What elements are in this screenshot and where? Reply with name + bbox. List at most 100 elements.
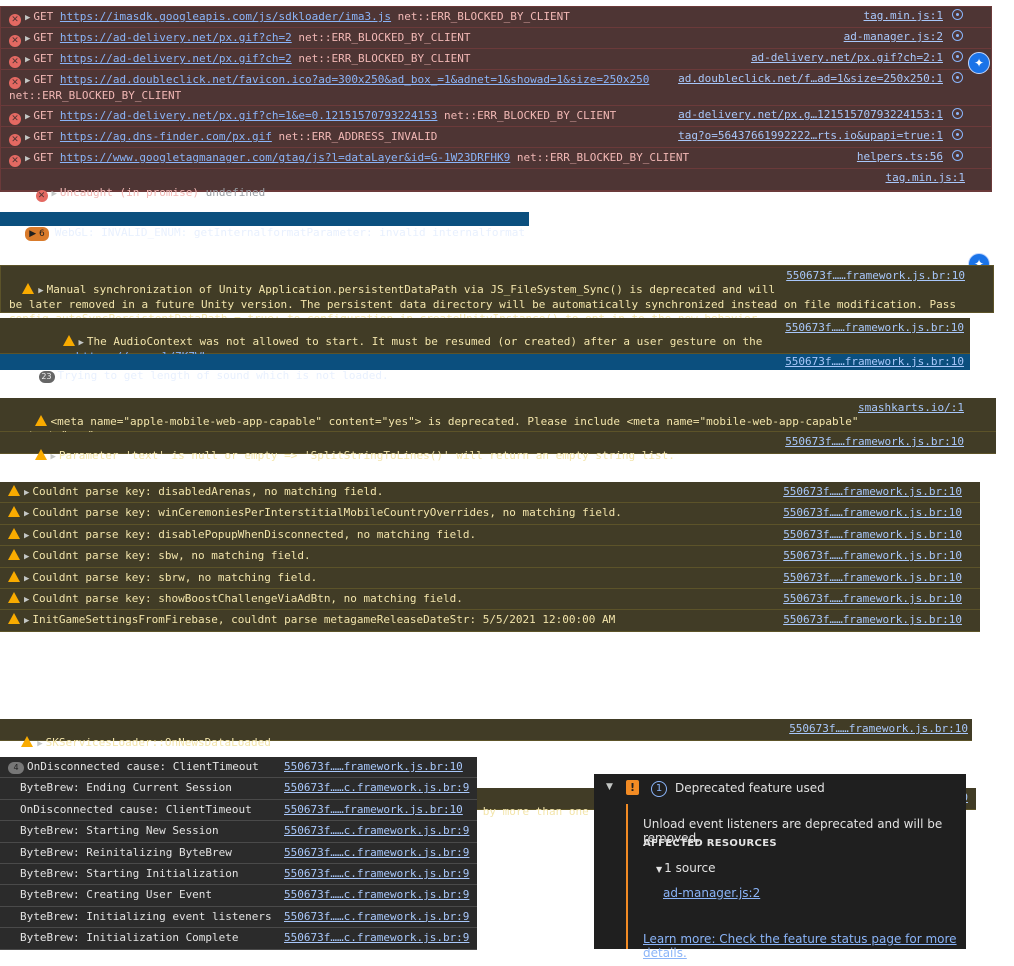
console-log-row[interactable]: ByteBrew: Initialization Complete 550673f… — [0, 928, 477, 950]
expand-arrow-icon[interactable]: ▶ — [25, 55, 30, 65]
expand-arrow-icon[interactable]: ▶ — [52, 189, 57, 199]
source-link[interactable]: 550673f……framework.js.br:10 — [783, 613, 962, 627]
expand-arrow-icon[interactable]: ▶ — [25, 34, 30, 44]
request-url[interactable]: https://ad-delivery.net/px.gif?ch=1&e=0.… — [60, 109, 438, 122]
network-error-row[interactable]: ✕ ▶ GET https://ad-delivery.net/px.gif?ch=… — [1, 49, 991, 70]
param-warning-row[interactable]: ▶ Parameter 'text' is null or empty => 'S… — [0, 432, 996, 462]
parse-warning-row[interactable]: ▶ InitGameSettingsFromFirebase, couldnt p… — [0, 610, 980, 632]
expand-arrow-icon[interactable]: ▶ — [79, 338, 84, 348]
console-log-row[interactable]: ByteBrew: Starting Initialization 550673f… — [0, 863, 477, 886]
expand-arrow-icon[interactable]: ▶ — [37, 739, 42, 749]
network-error-row[interactable]: ✕ ▶ GET https://imasdk.googleapis.com/js/s… — [1, 7, 991, 28]
network-request-icon[interactable] — [952, 51, 963, 62]
network-request-icon[interactable] — [952, 30, 963, 41]
console-log-row[interactable]: ByteBrew: Reinitalizing ByteBrew 550673f…… — [0, 842, 477, 864]
parse-warning-row[interactable]: ▶ Couldnt parse key: showBoostChallengeVi… — [0, 588, 980, 611]
source-link[interactable]: ad-manager.js:2 — [844, 30, 943, 44]
source-link[interactable]: 550673f……c.framework.js.br:9 — [284, 824, 469, 838]
source-link[interactable]: helpers.ts:56 — [857, 150, 943, 164]
collapse-arrow-icon[interactable]: ▼ — [606, 782, 613, 792]
request-url[interactable]: https://ad-delivery.net/px.gif?ch=2 — [60, 31, 292, 44]
webgl-warning-row[interactable]: ▶ 6 WebGL: INVALID_ENUM: getInternalforma… — [0, 212, 529, 241]
source-link[interactable]: ad-delivery.net/px.gif?ch=2:1 — [751, 51, 943, 65]
source-link[interactable]: 550673f……framework.js.br:10 — [783, 506, 962, 520]
network-request-icon[interactable] — [952, 129, 963, 140]
network-error-row[interactable]: ✕ ▶ GET https://ad-delivery.net/px.gif?ch=… — [1, 106, 991, 127]
expand-arrow-icon[interactable]: ▶ — [51, 452, 56, 462]
console-log-row[interactable]: 4 OnDisconnected cause: ClientTimeout 5506… — [0, 757, 477, 779]
network-error-row[interactable]: ✕ ▶ GET https://ag.dns-finder.com/px.gif n… — [1, 127, 991, 148]
source-link[interactable]: 550673f……framework.js.br:10 — [783, 571, 962, 585]
expand-arrow-icon[interactable]: ▶ — [25, 76, 30, 86]
request-url[interactable]: https://www.googletagmanager.com/gtag/js… — [60, 151, 510, 164]
source-link[interactable]: tag.min.js:1 — [886, 171, 965, 185]
console-log-row[interactable]: ByteBrew: Starting New Session 550673f……c… — [0, 821, 477, 843]
source-link[interactable]: 550673f……framework.js.br:10 — [786, 269, 965, 283]
request-url[interactable]: https://imasdk.googleapis.com/js/sdkload… — [60, 10, 391, 23]
console-log-row[interactable]: OnDisconnected cause: ClientTimeout 55067… — [0, 799, 477, 822]
parse-warning-row[interactable]: ▶ Couldnt parse key: disabledArenas, no m… — [0, 482, 980, 504]
sound-info-row[interactable]: 23 Trying to get length of sound which is… — [0, 354, 970, 383]
source-link[interactable]: 550673f……c.framework.js.br:9 — [284, 931, 469, 945]
source-link[interactable]: 550673f……c.framework.js.br:9 — [284, 846, 469, 860]
expand-arrow-icon[interactable]: ▶ — [24, 595, 29, 605]
console-log-row[interactable]: ByteBrew: Ending Current Session 550673f…… — [0, 778, 477, 800]
network-request-icon[interactable] — [952, 108, 963, 119]
source-link[interactable]: 550673f……framework.js.br:10 — [284, 760, 463, 774]
expand-arrow-icon[interactable]: ▶ — [25, 154, 30, 164]
source-link[interactable]: 550673f……c.framework.js.br:9 — [284, 888, 469, 902]
ai-assist-icon[interactable]: ✦ — [968, 52, 990, 74]
console-log-row[interactable]: ByteBrew: Initializing event listeners 55… — [0, 906, 477, 929]
source-link[interactable]: 550673f……framework.js.br:10 — [783, 549, 962, 563]
expand-arrow-icon[interactable]: ▶ — [24, 531, 29, 541]
network-request-icon[interactable] — [952, 150, 963, 161]
expand-arrow-icon[interactable]: ▶ — [24, 552, 29, 562]
expand-arrow-icon[interactable]: ▶ — [24, 574, 29, 584]
affected-resource-link[interactable]: ad-manager.js:2 — [663, 886, 760, 900]
expand-arrow-icon[interactable]: ▶ — [25, 133, 30, 143]
source-link[interactable]: 550673f……framework.js.br:10 — [783, 592, 962, 606]
source-link[interactable]: 550673f……framework.js.br:10 — [783, 528, 962, 542]
request-url[interactable]: https://ad.doubleclick.net/favicon.ico?a… — [60, 73, 649, 86]
source-link[interactable]: 550673f……framework.js.br:10 — [789, 722, 968, 736]
source-link[interactable]: smashkarts.io/:1 — [858, 401, 964, 415]
request-url[interactable]: https://ad-delivery.net/px.gif?ch=2 — [60, 52, 292, 65]
source-link[interactable]: 550673f……framework.js.br:10 — [783, 485, 962, 499]
news-warning-row[interactable]: ▶ SKServicesLoader::OnNewsDataLoaded 5506… — [0, 719, 972, 749]
parse-warning-row[interactable]: ▶ Couldnt parse key: sbw, no matching fie… — [0, 546, 980, 568]
expand-arrow-icon[interactable]: ▶ — [24, 616, 29, 626]
request-url[interactable]: https://ag.dns-finder.com/px.gif — [60, 130, 272, 143]
source-link[interactable]: 550673f……framework.js.br:10 — [785, 435, 964, 449]
network-request-icon[interactable] — [952, 9, 963, 20]
source-link[interactable]: tag?o=56437661992222…rts.io&upapi=true:1 — [678, 129, 943, 143]
console-log-row[interactable]: ByteBrew: Creating User Event 550673f……c.… — [0, 885, 477, 907]
learn-more-link[interactable]: Learn more: Check the feature status pag… — [643, 932, 966, 960]
expand-arrow-icon[interactable]: ▶ — [25, 13, 30, 23]
network-error-row[interactable]: ✕ ▶ GET https://www.googletagmanager.com/g… — [1, 148, 991, 169]
source-link[interactable]: 550673f……framework.js.br:10 — [785, 321, 964, 335]
expand-arrow-icon[interactable]: ▶ — [38, 286, 43, 296]
audio-context-warning-row[interactable]: ▶ The AudioContext was not allowed to sta… — [0, 318, 970, 363]
meta-deprecated-warning-row[interactable]: <meta name="apple-mobile-web-app-capable… — [0, 398, 996, 442]
parse-warning-row[interactable]: ▶ Couldnt parse key: winCeremoniesPerInte… — [0, 503, 980, 525]
network-request-icon[interactable] — [952, 72, 963, 83]
source-link[interactable]: ad-delivery.net/px.g…12151570793224153:1 — [678, 108, 943, 122]
source-link[interactable]: tag.min.js:1 — [864, 9, 943, 23]
source-link[interactable]: 550673f……framework.js.br:10 — [785, 355, 964, 369]
network-error-row[interactable]: ✕ ▶ GET https://ad.doubleclick.net/favicon… — [1, 70, 991, 106]
parse-warning-row[interactable]: ▶ Couldnt parse key: disablePopupWhenDisc… — [0, 524, 980, 547]
parse-warning-row[interactable]: ▶ Couldnt parse key: sbrw, no matching fi… — [0, 567, 980, 589]
source-link[interactable]: 550673f……framework.js.br:10 — [284, 803, 463, 817]
source-link[interactable]: ad.doubleclick.net/f…ad=1&size=250x250:1 — [678, 72, 943, 86]
expand-arrow-icon[interactable]: ▶ — [24, 509, 29, 519]
unity-sync-warning-row[interactable]: ▶ Manual synchronization of Unity Applica… — [0, 265, 994, 325]
source-link[interactable]: 550673f……c.framework.js.br:9 — [284, 867, 469, 881]
source-link[interactable]: 550673f……c.framework.js.br:9 — [284, 910, 469, 924]
uncaught-error-row[interactable]: ✕ ▶ Uncaught (in promise) undefined tag.mi… — [1, 169, 991, 202]
source-toggle[interactable]: ▼ 1 source — [656, 861, 715, 875]
expand-arrow-icon[interactable]: ▶ — [25, 112, 30, 122]
network-error-row[interactable]: ✕ ▶ GET https://ad-delivery.net/px.gif?ch=… — [1, 28, 991, 49]
issue-header[interactable]: ▼ ! 1 Deprecated feature used — [594, 774, 966, 802]
source-link[interactable]: 550673f……c.framework.js.br:9 — [284, 781, 469, 795]
expand-arrow-icon[interactable]: ▶ — [24, 488, 29, 498]
